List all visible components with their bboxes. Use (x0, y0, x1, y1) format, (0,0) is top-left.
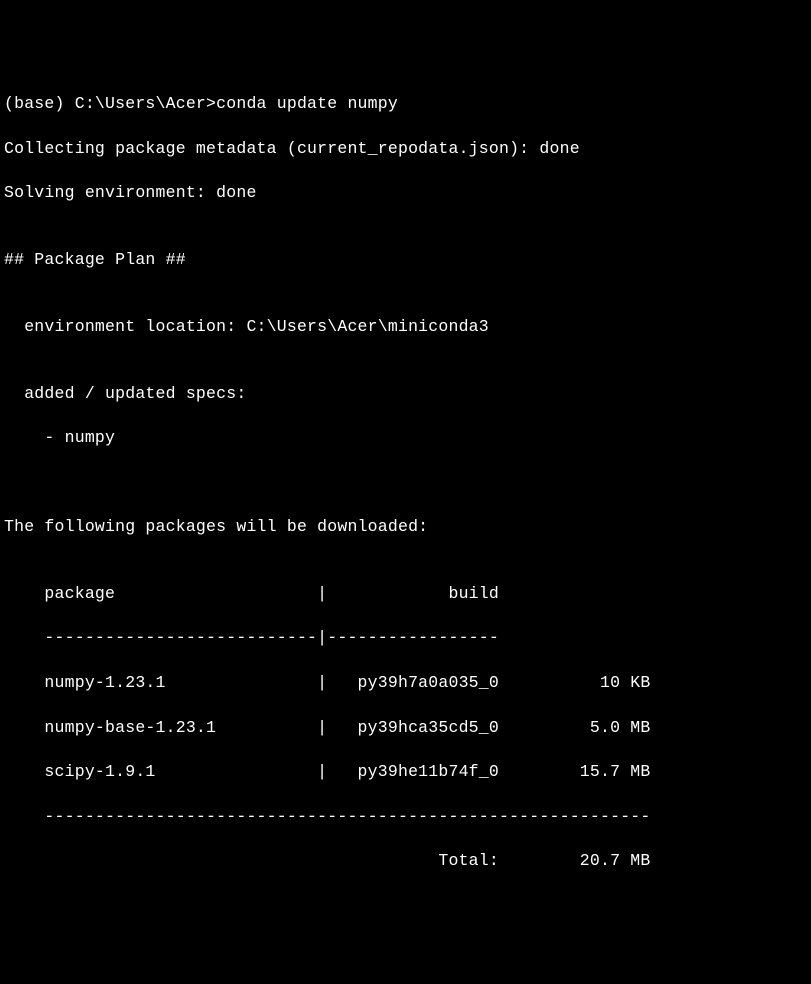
table-row: numpy-1.23.1 | py39h7a0a035_0 10 KB (4, 672, 811, 694)
terminal-output-solving: Solving environment: done (4, 182, 811, 204)
spec-numpy: - numpy (4, 427, 811, 449)
package-plan-header: ## Package Plan ## (4, 249, 811, 271)
downloads-heading: The following packages will be downloade… (4, 516, 811, 538)
table-bottom-divider: ----------------------------------------… (4, 806, 811, 828)
terminal-prompt-line: (base) C:\Users\Acer>conda update numpy (4, 93, 811, 115)
table-divider: ---------------------------|------------… (4, 627, 811, 649)
table-header: package | build (4, 583, 811, 605)
added-specs-header: added / updated specs: (4, 383, 811, 405)
table-row: scipy-1.9.1 | py39he11b74f_0 15.7 MB (4, 761, 811, 783)
env-location: environment location: C:\Users\Acer\mini… (4, 316, 811, 338)
table-total: Total: 20.7 MB (4, 850, 811, 872)
terminal-output-collecting: Collecting package metadata (current_rep… (4, 138, 811, 160)
table-row: numpy-base-1.23.1 | py39hca35cd5_0 5.0 M… (4, 717, 811, 739)
